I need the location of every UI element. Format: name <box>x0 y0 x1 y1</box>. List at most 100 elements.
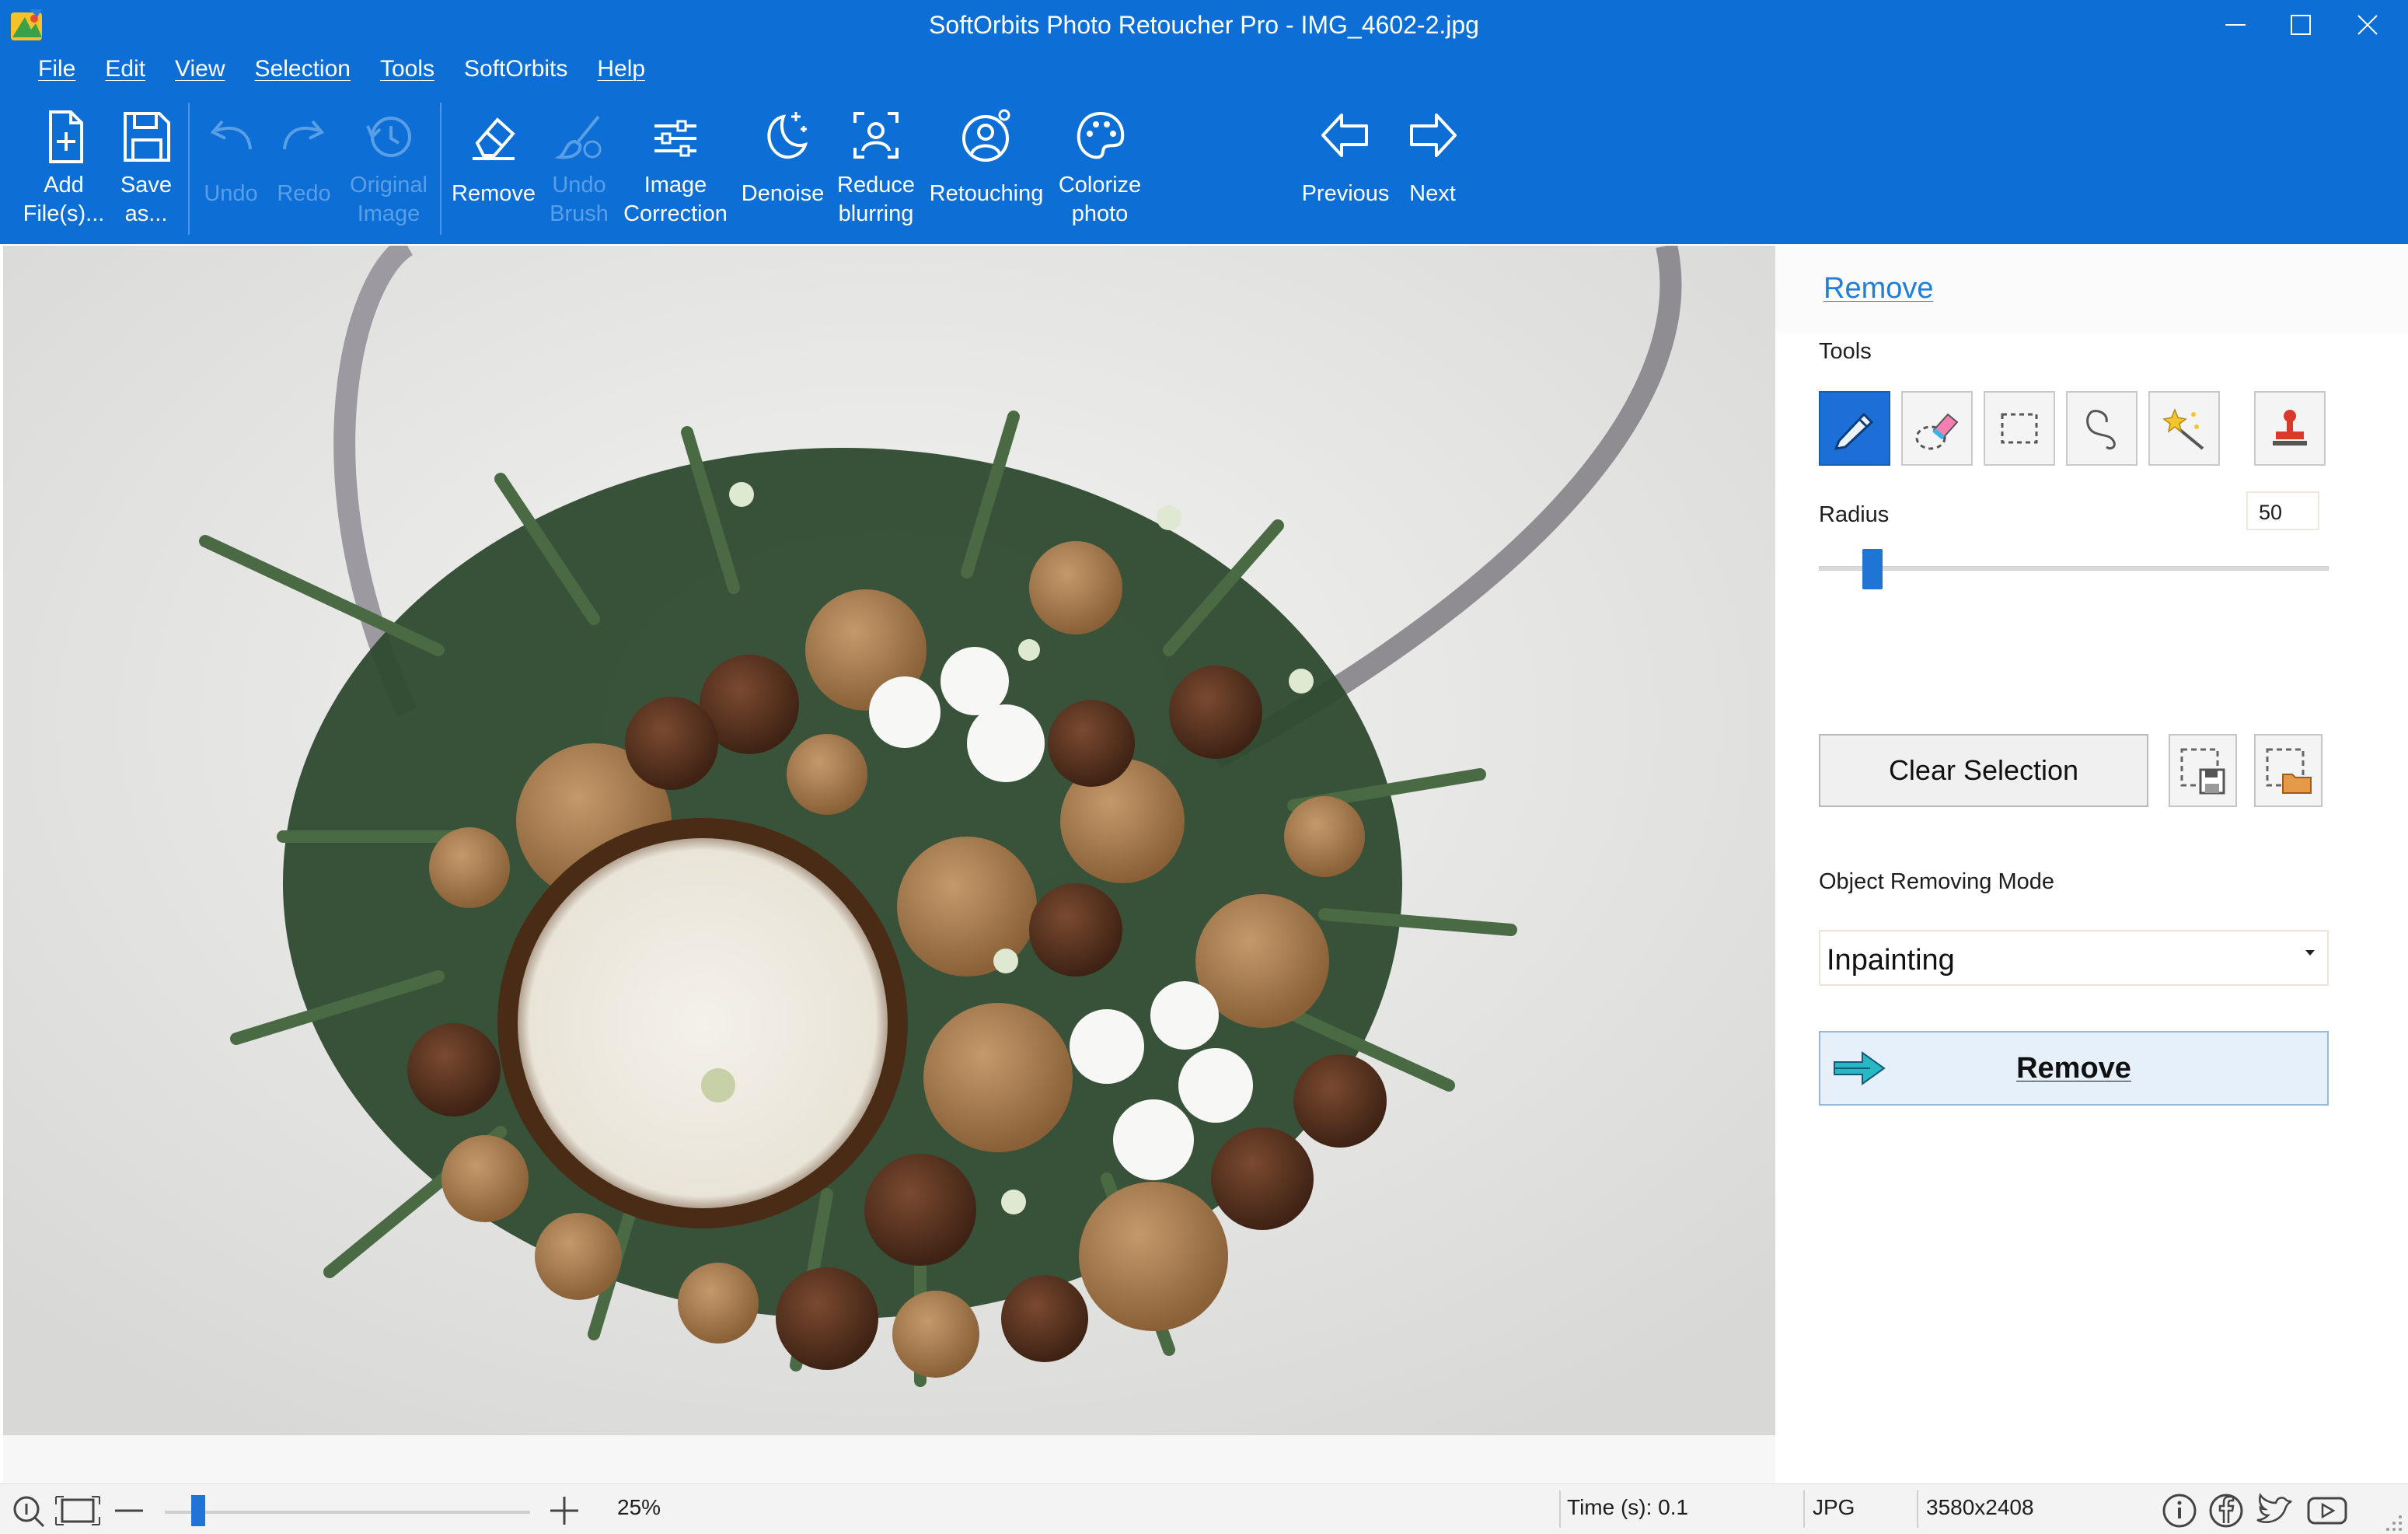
image-canvas[interactable] <box>3 246 1775 1435</box>
reduce-blurring-button[interactable]: Reduce blurring <box>830 107 922 229</box>
menu-softorbits[interactable]: SoftOrbits <box>449 56 582 87</box>
menu-tools[interactable]: Tools <box>365 56 449 87</box>
zoom-actual-icon[interactable] <box>11 1494 45 1528</box>
denoise-button[interactable]: Denoise <box>737 107 829 208</box>
image-format: JPG <box>1813 1495 1855 1519</box>
remove-button-label: Remove <box>2016 1051 2131 1085</box>
original-image-button[interactable]: Original Image <box>342 107 435 229</box>
redo-icon <box>283 120 325 150</box>
clear-selection-label: Clear Selection <box>1888 754 2079 786</box>
focus-person-icon <box>853 112 899 159</box>
image-dimensions: 3580x2408 <box>1926 1495 2034 1519</box>
fit-window-icon[interactable] <box>54 1494 101 1528</box>
history-icon <box>366 117 411 157</box>
save-icon <box>124 112 170 162</box>
zoom-slider-track[interactable] <box>165 1511 530 1514</box>
retouching-label: Retouching <box>929 181 1044 206</box>
retouching-button[interactable]: Retouching <box>925 107 1048 208</box>
rectangle-select-button[interactable] <box>1984 391 2055 466</box>
resize-grip-icon[interactable] <box>2378 1508 2403 1532</box>
tools-label: Tools <box>1819 339 1872 364</box>
menu-file[interactable]: File <box>23 56 90 87</box>
denoise-label: Denoise <box>741 181 825 206</box>
colorize-photo-button[interactable]: Colorize photo <box>1051 107 1149 229</box>
magic-wand-button[interactable] <box>2148 391 2220 466</box>
image-correction-button[interactable]: Image Correction <box>619 107 732 229</box>
save-as-button[interactable]: Save as... <box>109 107 183 229</box>
ribbon-toolbar: Add File(s)... Save as... Undo Redo Orig… <box>0 95 2408 244</box>
arrow-right-icon <box>1410 114 1457 157</box>
youtube-icon[interactable] <box>2305 1492 2349 1529</box>
close-icon <box>2357 15 2378 35</box>
remove-tool-label: Remove <box>452 181 536 206</box>
face-retouch-icon <box>962 109 1010 162</box>
zoom-out-icon[interactable] <box>112 1494 146 1528</box>
remove-panel: Remove Tools Radius 50 Clear Selection O… <box>1775 246 2408 1483</box>
menu-selection[interactable]: Selection <box>240 56 365 87</box>
photo-image <box>3 246 1775 1435</box>
status-bar: 25% Time (s): 0.1 JPG 3580x2408 <box>0 1483 2408 1534</box>
mode-label: Object Removing Mode <box>1819 869 2055 894</box>
undo-brush-button[interactable]: Undo Brush <box>544 107 614 229</box>
title-bar: SoftOrbits Photo Retoucher Pro - IMG_460… <box>0 0 2408 244</box>
processing-time: Time (s): 0.1 <box>1567 1495 1689 1519</box>
menu-view[interactable]: View <box>160 56 239 87</box>
add-files-label: Add File(s)... <box>23 173 105 226</box>
zoom-level: 25% <box>617 1495 661 1519</box>
magic-wand-icon <box>2162 407 2204 450</box>
close-button[interactable] <box>2335 2 2400 48</box>
window-title: SoftOrbits Photo Retoucher Pro - IMG_460… <box>929 11 1479 39</box>
mode-select[interactable]: Inpainting <box>1819 930 2329 986</box>
info-icon[interactable] <box>2161 1492 2198 1529</box>
eraser-icon <box>1915 413 1959 450</box>
brush-icon <box>554 115 602 159</box>
previous-button[interactable]: Previous <box>1296 107 1394 208</box>
redo-label: Redo <box>277 181 331 206</box>
menu-edit[interactable]: Edit <box>90 56 160 87</box>
rect-select-icon <box>2001 413 2038 444</box>
maximize-button[interactable] <box>2268 2 2333 48</box>
eraser-tool-button[interactable] <box>1901 391 1973 466</box>
minimize-button[interactable] <box>2203 2 2268 48</box>
add-file-icon <box>49 110 83 163</box>
previous-label: Previous <box>1301 181 1390 206</box>
menu-bar: File Edit View Selection Tools SoftOrbit… <box>23 56 660 87</box>
undo-button[interactable]: Undo <box>196 107 266 208</box>
ribbon-separator <box>188 103 190 235</box>
reduce-blurring-label: Reduce blurring <box>837 173 915 226</box>
maximize-icon <box>2291 15 2311 35</box>
minimize-icon <box>2225 24 2246 26</box>
radius-slider-thumb[interactable] <box>1862 549 1883 589</box>
remove-button[interactable]: Remove <box>1819 1031 2329 1106</box>
twitter-icon[interactable] <box>2254 1492 2295 1529</box>
lasso-tool-button[interactable] <box>2066 391 2138 466</box>
pencil-tool-button[interactable] <box>1819 391 1890 466</box>
clear-selection-button[interactable]: Clear Selection <box>1819 734 2148 807</box>
undo-label: Undo <box>204 181 258 206</box>
radius-slider-track[interactable] <box>1819 566 2329 571</box>
save-as-label: Save as... <box>120 173 173 226</box>
menu-help[interactable]: Help <box>582 56 660 87</box>
pencil-icon <box>1834 412 1874 450</box>
add-files-button[interactable]: Add File(s)... <box>19 107 109 229</box>
save-selection-button[interactable] <box>2169 734 2237 807</box>
panel-title: Remove <box>1823 272 1934 305</box>
remove-tool-button[interactable]: Remove <box>448 107 539 208</box>
zoom-slider-thumb[interactable] <box>191 1495 205 1526</box>
arrow-right-icon <box>1834 1051 1886 1085</box>
clone-stamp-button[interactable] <box>2254 391 2326 466</box>
status-divider <box>1559 1490 1561 1528</box>
next-button[interactable]: Next <box>1399 107 1466 208</box>
moon-stars-icon <box>767 112 808 159</box>
colorize-photo-label: Colorize photo <box>1058 173 1142 226</box>
status-divider <box>1917 1490 1918 1528</box>
redo-button[interactable]: Redo <box>269 107 339 208</box>
lasso-icon <box>2086 410 2116 450</box>
next-label: Next <box>1409 181 1456 206</box>
load-selection-button[interactable] <box>2254 734 2322 807</box>
image-correction-label: Image Correction <box>623 173 728 226</box>
radius-input[interactable]: 50 <box>2246 491 2319 530</box>
zoom-in-icon[interactable] <box>547 1494 581 1528</box>
facebook-icon[interactable] <box>2207 1492 2245 1529</box>
undo-brush-label: Undo Brush <box>550 173 609 226</box>
